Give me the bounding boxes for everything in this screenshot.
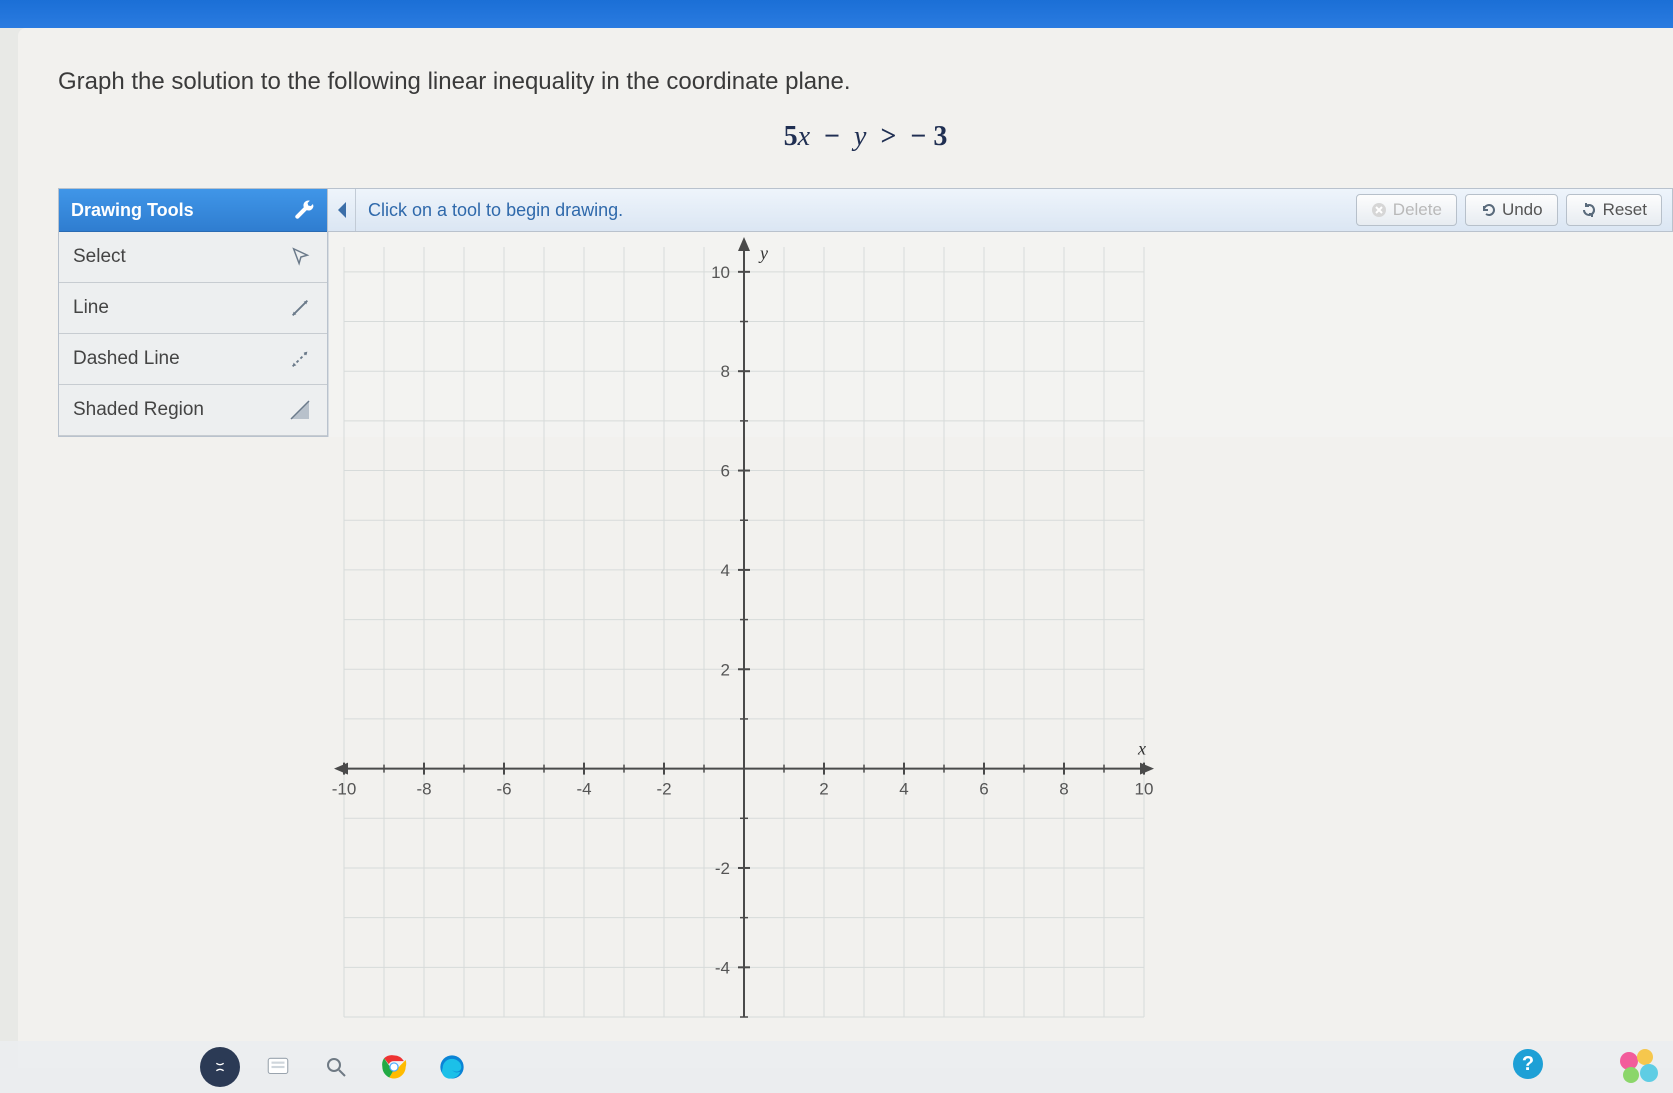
question-prompt: Graph the solution to the following line… [58,68,1673,96]
svg-text:2: 2 [721,660,730,679]
undo-button[interactable]: Undo [1465,194,1558,226]
svg-text:4: 4 [721,561,730,580]
svg-text:-2: -2 [656,780,671,799]
tool-dashed-line[interactable]: Dashed Line [59,334,327,385]
svg-text:-10: -10 [332,780,357,799]
svg-text:8: 8 [1059,780,1068,799]
undo-icon [1480,202,1496,218]
cursor-icon [287,244,313,270]
drawing-tools-panel: Drawing Tools Select Line Dashed Line [58,188,328,437]
graph-toolbar: Click on a tool to begin drawing. Delete… [328,188,1673,232]
window-title-bar [0,0,1673,28]
svg-text:6: 6 [721,462,730,481]
tool-line[interactable]: Line [59,283,327,334]
drawing-tools-header: Drawing Tools [59,189,327,232]
reset-button[interactable]: Reset [1566,194,1662,226]
toolbar-hint: Click on a tool to begin drawing. [356,189,1356,231]
inequality-expression: 5x − y > − 3 [416,121,1316,153]
chevron-left-icon [336,202,348,218]
svg-text:6: 6 [979,780,988,799]
svg-text:-4: -4 [715,958,730,977]
workspace: Drawing Tools Select Line Dashed Line [58,188,1673,437]
svg-text:10: 10 [711,263,730,282]
taskbar-edge-icon[interactable] [432,1047,472,1087]
tool-select[interactable]: Select [59,232,327,283]
os-taskbar [0,1041,1673,1093]
svg-text:2: 2 [819,780,828,799]
taskbar-app-icon[interactable] [258,1047,298,1087]
svg-text:4: 4 [899,780,908,799]
svg-text:-8: -8 [416,780,431,799]
reset-icon [1581,202,1597,218]
dashed-line-icon [287,346,313,372]
taskbar-search-icon[interactable] [316,1047,356,1087]
svg-text:x: x [1137,739,1146,759]
svg-text:10: 10 [1135,780,1154,799]
question-panel: Graph the solution to the following line… [18,28,1673,1068]
line-icon [287,295,313,321]
taskbar-chrome-icon[interactable] [374,1047,414,1087]
coordinate-grid: -10 -8 -6 -4 -2 2 4 6 8 10 -4 -2 2 4 6 8 10 y x [329,232,1159,1032]
delete-icon [1371,202,1387,218]
collapse-panel-button[interactable] [328,189,356,231]
taskbar-app-icon[interactable] [200,1047,240,1087]
graph-canvas[interactable]: -10-8-6-4-2246810-4-2246810yx [328,232,1673,437]
delete-button[interactable]: Delete [1356,194,1457,226]
shaded-region-icon [287,397,313,423]
help-button[interactable]: ? [1513,1049,1543,1079]
svg-text:-4: -4 [576,780,591,799]
svg-text:y: y [758,243,768,263]
svg-text:8: 8 [721,362,730,381]
wrench-icon [293,199,315,221]
tool-shaded-region[interactable]: Shaded Region [59,385,327,436]
svg-text:-6: -6 [496,780,511,799]
notification-icon[interactable] [1615,1047,1663,1087]
svg-text:-2: -2 [715,859,730,878]
